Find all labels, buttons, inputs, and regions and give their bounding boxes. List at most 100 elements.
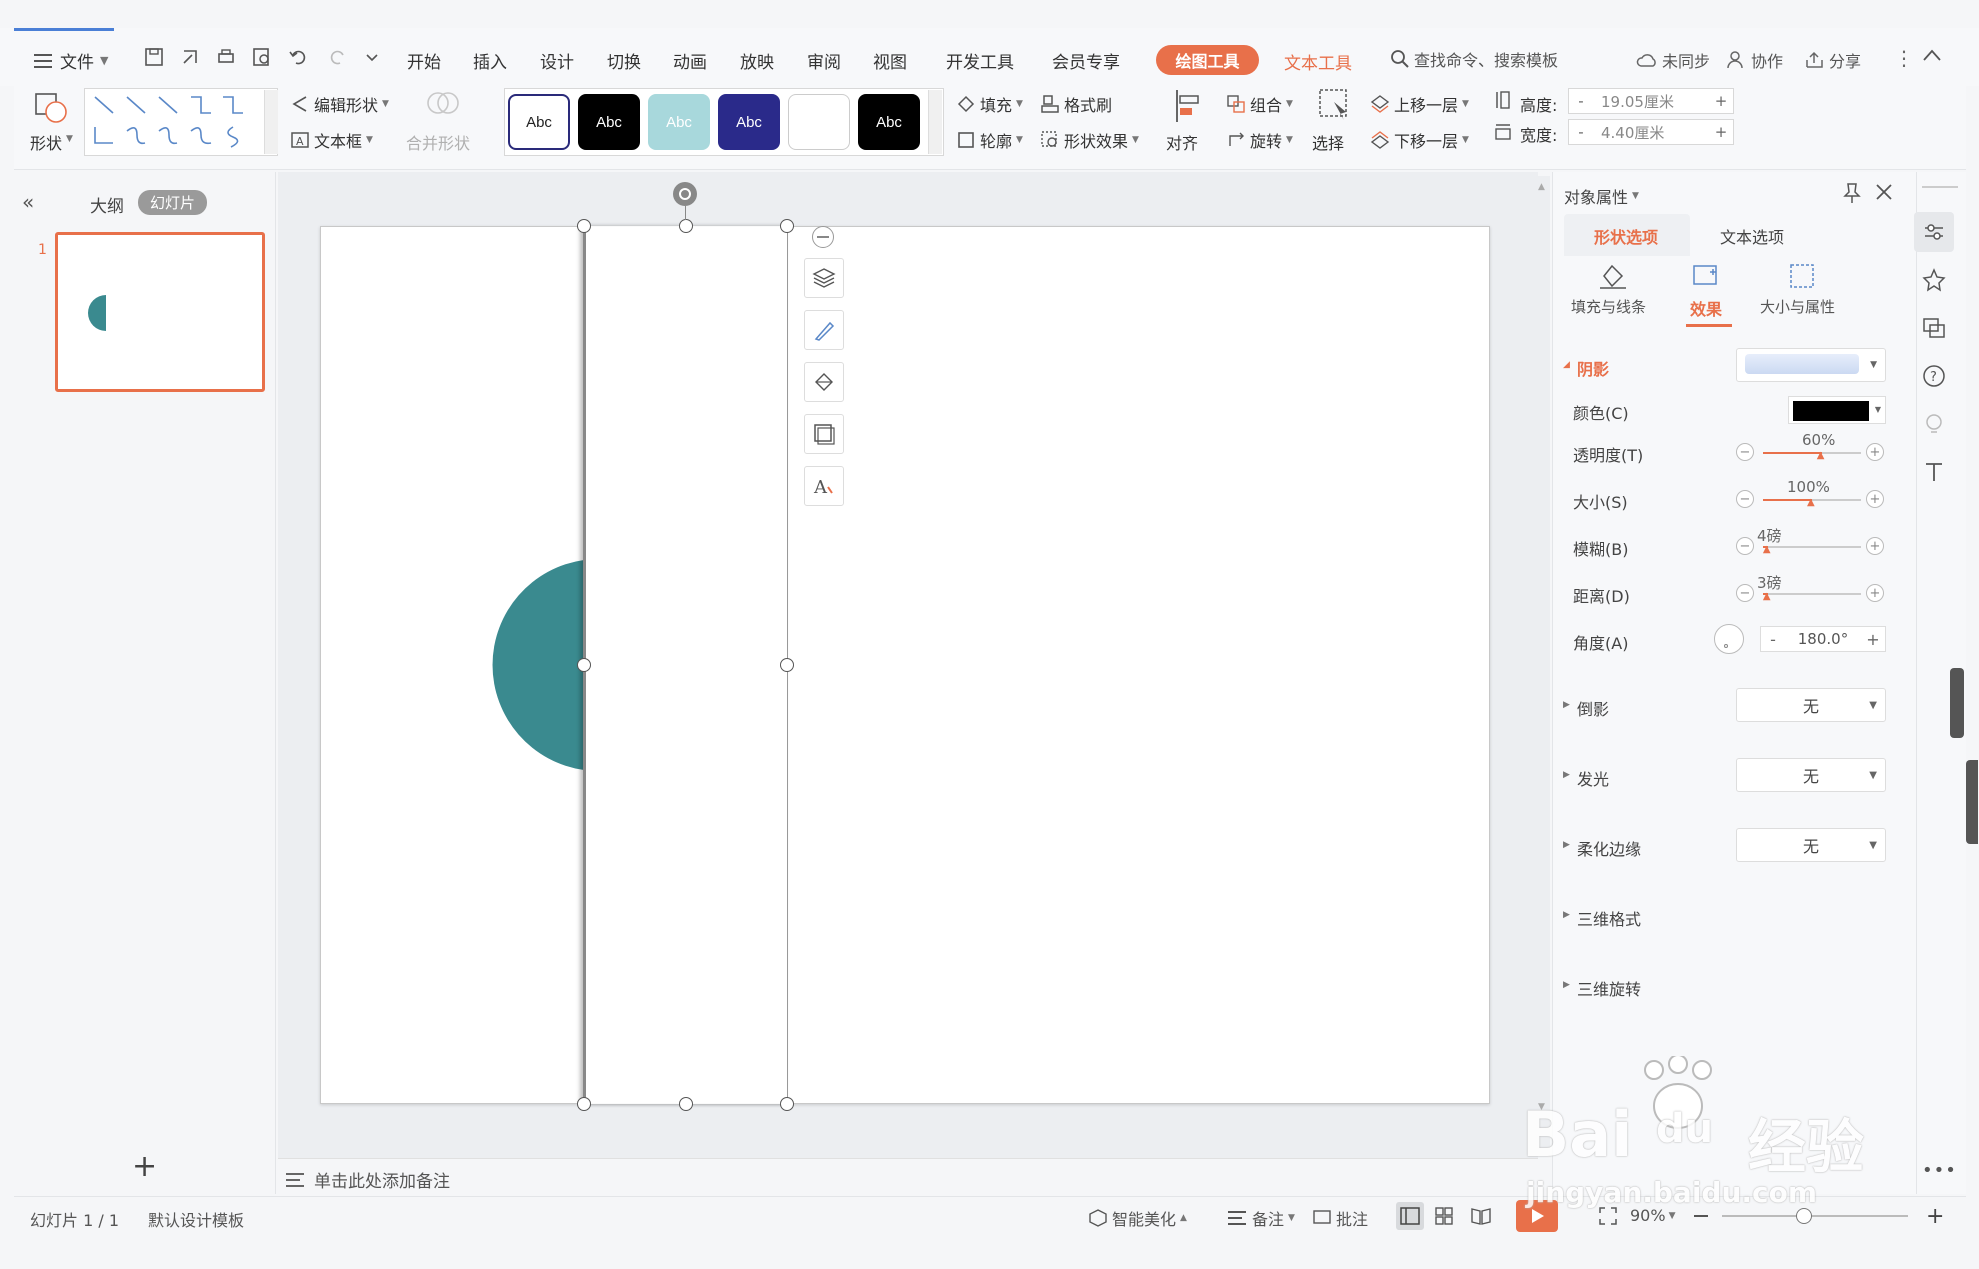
shadow-color-picker[interactable]: ▼ (1788, 396, 1886, 424)
outline-button[interactable]: 轮廓 ▼ (956, 128, 1023, 152)
style-white-outline[interactable]: Abc (508, 94, 570, 150)
half-circle-shape[interactable] (476, 558, 586, 772)
subtab-fill-line[interactable]: 填充与线条 (1571, 296, 1646, 317)
reflection-dropdown[interactable]: 无 ▼ (1736, 688, 1886, 722)
resize-handle-se[interactable] (780, 1097, 794, 1111)
template-name[interactable]: 默认设计模板 (148, 1207, 244, 1231)
tab-design[interactable]: 设计 (540, 48, 574, 73)
save-icon[interactable] (144, 47, 164, 67)
grid-view-icon[interactable] (1434, 1206, 1454, 1226)
selected-rectangle-shape[interactable] (583, 226, 788, 1104)
resize-handle-s[interactable] (679, 1097, 693, 1111)
blur-decrement[interactable]: − (1736, 537, 1754, 555)
subtab-effect[interactable]: 效果 (1690, 296, 1722, 320)
collab-button[interactable]: 协作 (1727, 48, 1783, 72)
height-increment[interactable]: + (1709, 92, 1733, 110)
tab-slides[interactable]: 幻灯片 (138, 190, 208, 215)
angle-decrement[interactable]: - (1761, 630, 1785, 649)
shadow-preset-dropdown[interactable]: ▼ (1736, 348, 1886, 382)
transparency-slider-thumb[interactable]: ▲ (1817, 450, 1825, 461)
export-icon[interactable] (180, 47, 200, 67)
tab-slideshow[interactable]: 放映 (740, 48, 774, 73)
resize-handle-w[interactable] (577, 658, 591, 672)
height-input[interactable]: - 19.05厘米 + (1568, 88, 1734, 114)
distance-decrement[interactable]: − (1736, 584, 1754, 602)
three-d-format-section[interactable]: 三维格式 (1577, 906, 1641, 930)
pin-icon[interactable] (1842, 182, 1862, 204)
tab-member[interactable]: 会员专享 (1052, 48, 1120, 73)
panel-title[interactable]: 对象属性 ▼ (1564, 184, 1639, 208)
transparency-increment[interactable]: + (1866, 443, 1884, 461)
float-outline-button[interactable] (804, 310, 844, 350)
sidebar-edge-handle-2[interactable] (1966, 760, 1978, 844)
collapse-float-toolbar-icon[interactable] (812, 226, 834, 248)
more-vertical-icon[interactable]: ⋮ (1894, 46, 1914, 70)
width-increment[interactable]: + (1709, 123, 1733, 141)
smart-beautify-button[interactable]: 智能美化 ▲ (1088, 1206, 1187, 1230)
style-black-2[interactable]: Abc (858, 94, 920, 150)
select-button[interactable]: 选择 (1312, 130, 1344, 154)
lightbulb-icon[interactable] (1922, 412, 1946, 436)
glow-dropdown[interactable]: 无 ▼ (1736, 758, 1886, 792)
tab-outline[interactable]: 大纲 (90, 192, 124, 217)
rotate-handle-icon[interactable] (673, 182, 697, 206)
redo-icon[interactable] (328, 47, 348, 67)
layers-button[interactable] (804, 258, 844, 298)
shape-button[interactable]: 形状 (30, 130, 62, 154)
height-decrement[interactable]: - (1569, 92, 1593, 110)
normal-view-button[interactable] (1396, 1202, 1424, 1230)
merge-shape-button[interactable]: 合并形状 (406, 130, 470, 154)
close-icon[interactable] (1874, 182, 1894, 202)
collapse-ribbon-icon[interactable] (1922, 48, 1942, 62)
float-effect-button[interactable] (804, 414, 844, 454)
properties-tool-button[interactable] (1914, 212, 1954, 252)
tab-text-tools[interactable]: 文本工具 (1284, 49, 1352, 74)
subtab-size-property[interactable]: 大小与属性 (1760, 296, 1835, 317)
tab-insert[interactable]: 插入 (473, 48, 507, 73)
shape-gallery-icon[interactable] (34, 90, 70, 124)
notes-toggle[interactable]: 备注 ▼ (1228, 1206, 1295, 1230)
sync-status[interactable]: 未同步 (1636, 48, 1710, 72)
tab-review[interactable]: 审阅 (807, 48, 841, 73)
tab-developer[interactable]: 开发工具 (946, 48, 1014, 73)
size-increment[interactable]: + (1866, 490, 1884, 508)
angle-input[interactable]: - 180.0° + (1760, 626, 1886, 652)
zoom-slider[interactable] (1722, 1215, 1908, 1217)
three-d-rotation-section[interactable]: 三维旋转 (1577, 976, 1641, 1000)
zoom-level[interactable]: 90% ▼ (1630, 1206, 1675, 1225)
tab-shape-options[interactable]: 形状选项 (1594, 224, 1658, 248)
float-text-style-button[interactable]: A (804, 466, 844, 506)
style-navy[interactable]: Abc (718, 94, 780, 150)
style-white[interactable] (788, 94, 850, 150)
tab-animation[interactable]: 动画 (673, 48, 707, 73)
size-slider-thumb[interactable]: ▲ (1807, 497, 1815, 508)
tab-view[interactable]: 视图 (873, 48, 907, 73)
tab-drawing-tools[interactable]: 绘图工具 (1156, 45, 1259, 75)
tab-text-options[interactable]: 文本选项 (1720, 224, 1784, 248)
resize-handle-n[interactable] (679, 219, 693, 233)
style-light-teal[interactable]: Abc (648, 94, 710, 150)
blur-slider-track[interactable] (1763, 546, 1861, 548)
comments-toggle[interactable]: 批注 (1312, 1206, 1368, 1230)
width-input[interactable]: - 4.40厘米 + (1568, 119, 1734, 145)
style-gallery-scrollbar[interactable] (928, 90, 942, 154)
format-painter-button[interactable]: 格式刷 (1040, 92, 1112, 116)
resize-handle-sw[interactable] (577, 1097, 591, 1111)
width-decrement[interactable]: - (1569, 123, 1593, 141)
zoom-in-icon[interactable]: + (1926, 1206, 1944, 1228)
soft-edge-dropdown[interactable]: 无 ▼ (1736, 828, 1886, 862)
resize-handle-nw[interactable] (577, 219, 591, 233)
fit-window-icon[interactable] (1598, 1206, 1618, 1226)
shape-effect-button[interactable]: 形状效果 ▼ (1040, 128, 1139, 152)
notes-bar[interactable] (278, 1158, 1538, 1194)
distance-slider-track[interactable] (1763, 593, 1861, 595)
group-button[interactable]: 组合 ▼ (1226, 92, 1293, 116)
transition-icon[interactable] (1922, 316, 1946, 340)
align-button[interactable]: 对齐 (1166, 130, 1198, 154)
file-menu[interactable]: 文件 ▼ (34, 48, 108, 73)
blur-increment[interactable]: + (1866, 537, 1884, 555)
reflection-section[interactable]: 倒影 (1577, 696, 1609, 720)
bring-forward-button[interactable]: 上移一层 ▼ (1370, 92, 1469, 116)
rotate-button[interactable]: 旋转 ▼ (1226, 128, 1293, 152)
transparency-decrement[interactable]: − (1736, 443, 1754, 461)
